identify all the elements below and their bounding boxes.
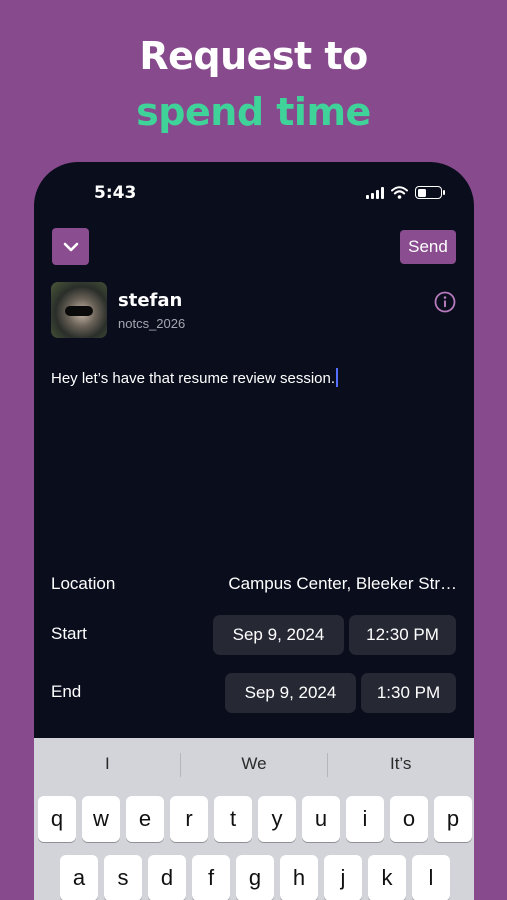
recipient-name: stefan (118, 290, 183, 311)
chevron-down-icon (63, 242, 78, 251)
cellular-signal-icon (366, 186, 384, 199)
status-time: 5:43 (94, 183, 137, 203)
promo-title-line1: Request to (139, 34, 368, 78)
key-j[interactable]: j (324, 855, 362, 900)
message-text: Hey let’s have that resume review sessio… (51, 370, 336, 387)
text-cursor (336, 368, 339, 387)
key-r[interactable]: r (170, 796, 208, 842)
suggestion-divider (180, 753, 181, 777)
suggestion-divider (327, 753, 328, 777)
location-label: Location (51, 574, 116, 593)
key-k[interactable]: k (368, 855, 406, 900)
info-icon[interactable] (434, 291, 456, 313)
suggestion-1[interactable]: I (34, 754, 181, 774)
suggestion-3[interactable]: It’s (327, 754, 474, 774)
key-s[interactable]: s (104, 855, 142, 900)
battery-icon (415, 186, 445, 199)
wifi-icon (391, 186, 408, 199)
end-time-picker[interactable]: 1:30 PM (361, 673, 456, 713)
key-w[interactable]: w (82, 796, 120, 842)
promo-title-line2: spend time (136, 90, 371, 134)
key-d[interactable]: d (148, 855, 186, 900)
key-t[interactable]: t (214, 796, 252, 842)
key-a[interactable]: a (60, 855, 98, 900)
start-label: Start (51, 624, 87, 643)
end-date-picker[interactable]: Sep 9, 2024 (225, 673, 356, 713)
keyboard-row-1: q w e r t y u i o p (38, 796, 472, 842)
send-button[interactable]: Send (400, 230, 456, 264)
key-u[interactable]: u (302, 796, 340, 842)
key-h[interactable]: h (280, 855, 318, 900)
key-e[interactable]: e (126, 796, 164, 842)
key-p[interactable]: p (434, 796, 472, 842)
key-i[interactable]: i (346, 796, 384, 842)
key-f[interactable]: f (192, 855, 230, 900)
start-date-picker[interactable]: Sep 9, 2024 (213, 615, 344, 655)
status-icons (366, 186, 445, 199)
keyboard-row-2: a s d f g h j k l (60, 855, 450, 900)
keyboard: I We It’s q w e r t y u i o p a s d f g … (34, 738, 474, 900)
end-label: End (51, 682, 82, 701)
start-time-picker[interactable]: 12:30 PM (349, 615, 456, 655)
key-o[interactable]: o (390, 796, 428, 842)
collapse-button[interactable] (52, 228, 89, 265)
key-q[interactable]: q (38, 796, 76, 842)
location-value[interactable]: Campus Center, Bleeker Str… (228, 574, 457, 594)
suggestion-bar: I We It’s (34, 738, 474, 790)
avatar (51, 282, 107, 338)
key-g[interactable]: g (236, 855, 274, 900)
key-l[interactable]: l (412, 855, 450, 900)
key-y[interactable]: y (258, 796, 296, 842)
suggestion-2[interactable]: We (181, 754, 328, 774)
recipient-handle: notcs_2026 (118, 316, 186, 331)
message-input[interactable]: Hey let’s have that resume review sessio… (51, 368, 339, 387)
